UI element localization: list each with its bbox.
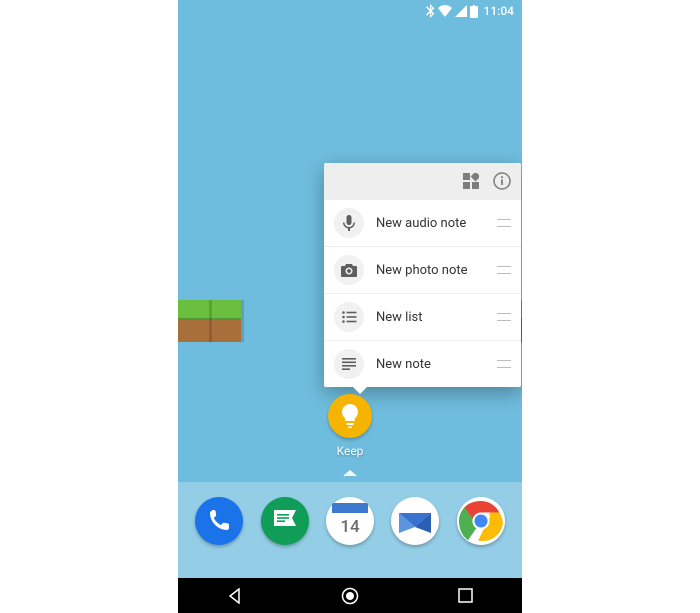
popup-pointer <box>353 387 367 394</box>
bluetooth-icon <box>425 4 435 18</box>
nav-back-icon[interactable] <box>227 588 243 604</box>
shortcut-label: New audio note <box>376 216 497 231</box>
phone-app-icon[interactable] <box>195 497 243 545</box>
shortcut-new-audio-note[interactable]: New audio note <box>324 199 521 246</box>
keep-app-label: Keep <box>310 444 390 458</box>
shortcut-new-photo-note[interactable]: New photo note <box>324 246 521 293</box>
chrome-app-icon[interactable] <box>457 497 505 545</box>
shortcut-label: New photo note <box>376 263 497 278</box>
nav-home-icon[interactable] <box>341 587 359 605</box>
drag-handle-icon[interactable] <box>497 313 511 321</box>
list-icon <box>334 302 364 332</box>
widget-icon[interactable] <box>463 173 479 189</box>
mic-icon <box>334 208 364 238</box>
shortcut-new-note[interactable]: New note <box>324 340 521 387</box>
drag-handle-icon[interactable] <box>497 266 511 274</box>
popup-header <box>324 163 521 199</box>
calendar-app-icon[interactable]: 14 <box>326 497 374 545</box>
drag-handle-icon[interactable] <box>497 360 511 368</box>
status-bar: 11:04 <box>425 0 522 22</box>
dock: 14 <box>178 482 522 578</box>
messages-app-icon[interactable] <box>261 497 309 545</box>
camera-icon <box>334 255 364 285</box>
note-icon <box>334 349 364 379</box>
shortcut-label: New list <box>376 310 497 325</box>
status-time: 11:04 <box>484 4 514 18</box>
app-shortcut-popup: New audio note New photo note New list <box>324 163 521 387</box>
navigation-bar <box>178 578 522 613</box>
info-icon[interactable] <box>493 172 511 190</box>
app-drawer-caret-icon[interactable] <box>343 469 357 477</box>
drag-handle-icon[interactable] <box>497 219 511 227</box>
phone-screen: 11:04 New <box>178 0 522 613</box>
stage: 11:04 New <box>0 0 700 613</box>
nav-recents-icon[interactable] <box>458 588 473 603</box>
calendar-day-label: 14 <box>326 517 374 537</box>
cell-signal-icon <box>455 5 467 17</box>
shortcut-new-list[interactable]: New list <box>324 293 521 340</box>
wifi-icon <box>438 5 452 17</box>
keep-app-icon <box>328 394 372 438</box>
shortcut-label: New note <box>376 357 497 372</box>
inbox-app-icon[interactable] <box>391 497 439 545</box>
battery-icon <box>470 5 478 18</box>
keep-app[interactable]: Keep <box>310 394 390 458</box>
